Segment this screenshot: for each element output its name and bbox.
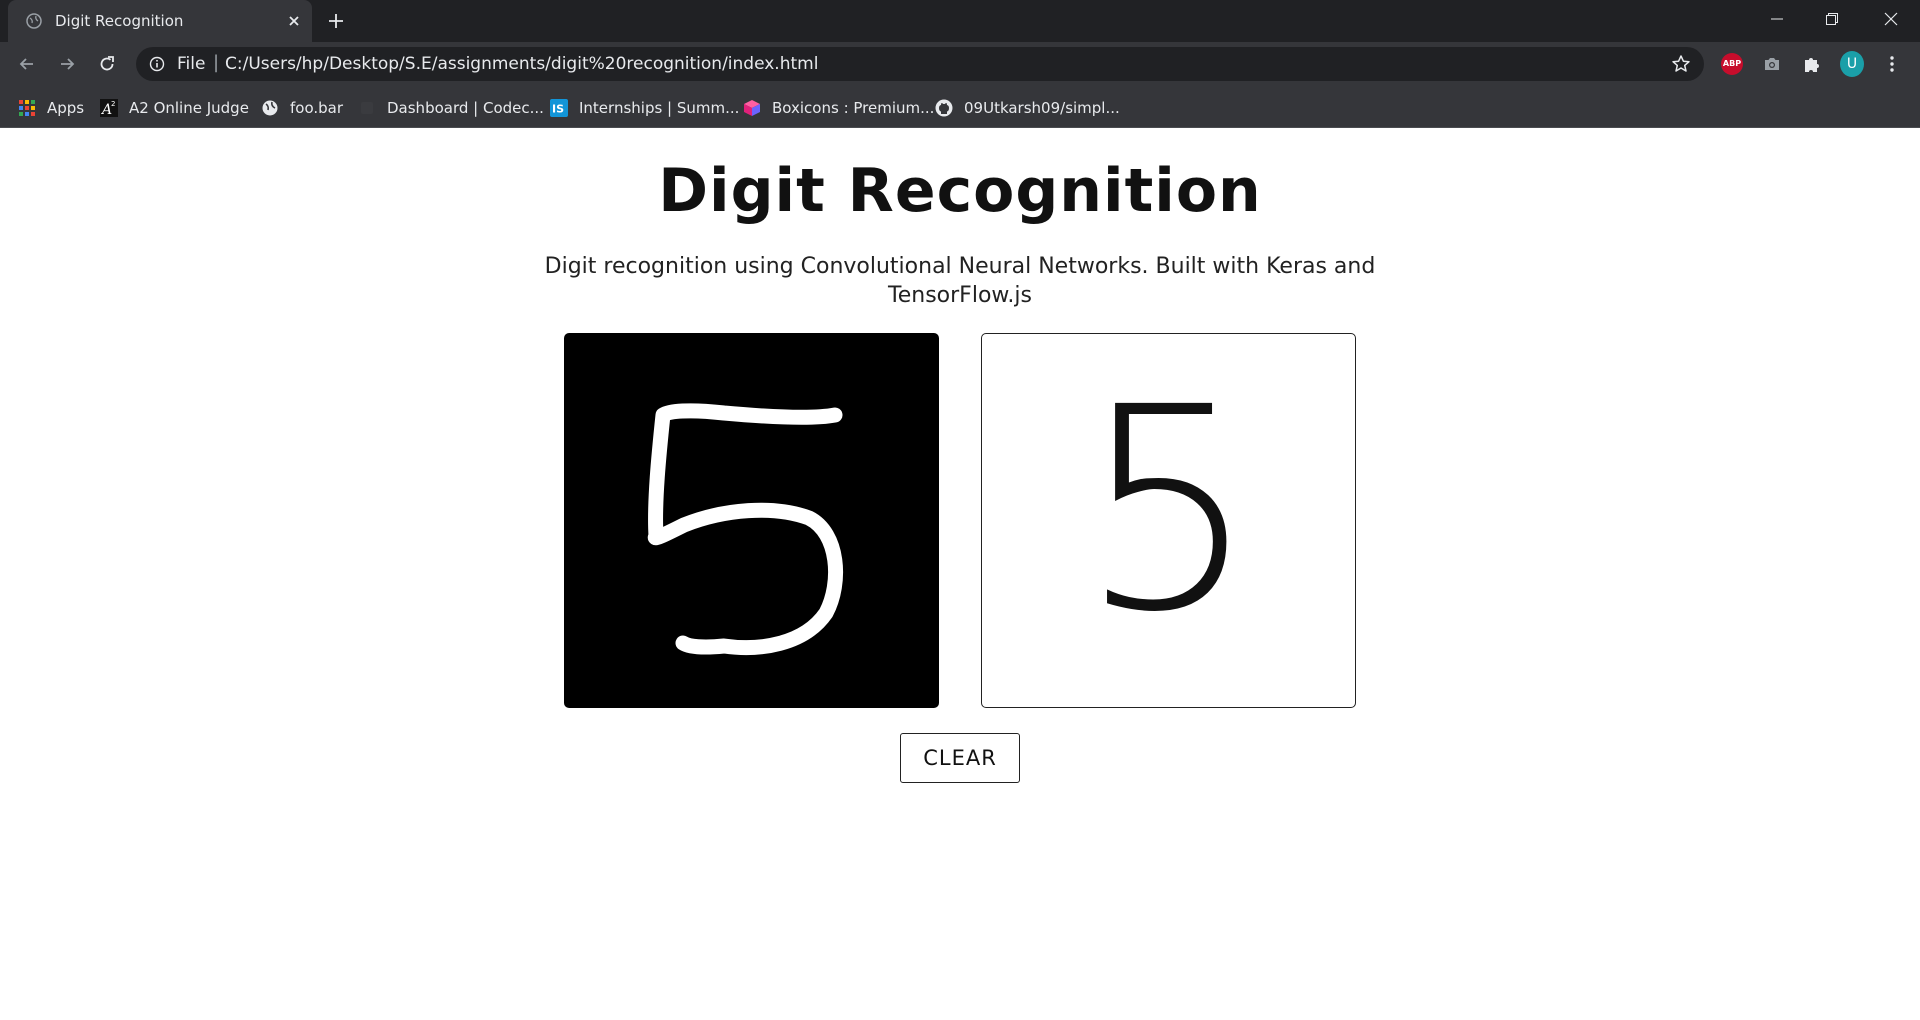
bookmarks-bar: Apps A2 A2 Online Judge foo.bar Dashboar…	[0, 87, 1920, 128]
handwritten-stroke	[647, 403, 844, 656]
a2-icon: A2	[100, 98, 118, 117]
extensions-button[interactable]	[1800, 52, 1824, 76]
predicted-digit: 5	[1079, 347, 1258, 674]
new-tab-icon[interactable]	[326, 11, 346, 31]
camera-icon	[1765, 58, 1779, 70]
back-button[interactable]	[15, 52, 39, 76]
reload-button[interactable]	[95, 52, 119, 76]
bookmark-dashboard-codechef[interactable]: Dashboard | Codec...	[358, 87, 544, 128]
apps-grid-icon	[18, 99, 36, 117]
svg-text:IS: IS	[552, 102, 564, 115]
adblock-icon: ABP	[1721, 53, 1743, 75]
browser-menu-button[interactable]	[1880, 52, 1904, 76]
bookmark-foo-bar[interactable]: foo.bar	[261, 87, 343, 128]
url-separator: |	[213, 52, 220, 73]
svg-text:2: 2	[111, 100, 115, 108]
browser-tab[interactable]: Digit Recognition	[8, 0, 312, 42]
close-icon	[1884, 12, 1898, 26]
bookmark-internshala[interactable]: IS Internships | Summ...	[550, 87, 739, 128]
page-subtitle: Digit recognition using Convolutional Ne…	[544, 254, 1376, 308]
screenshot-extension-button[interactable]	[1760, 52, 1784, 76]
bookmark-a2-online-judge[interactable]: A2 A2 Online Judge	[100, 87, 249, 128]
address-bar[interactable]: File | C:/Users/hp/Desktop/S.E/assignmen…	[136, 47, 1704, 81]
bookmark-github-repo[interactable]: 09Utkarsh09/simpl...	[935, 87, 1120, 128]
minimize-icon	[1771, 18, 1783, 20]
restore-button[interactable]	[1805, 0, 1859, 38]
profile-button[interactable]: U	[1840, 51, 1864, 77]
puzzle-icon	[1805, 58, 1819, 72]
bookmark-label: Dashboard | Codec...	[387, 98, 544, 117]
bookmark-label: Internships | Summ...	[579, 98, 740, 117]
page-title: Digit Recognition	[658, 156, 1262, 226]
arrow-left-icon	[19, 58, 33, 70]
github-icon	[935, 99, 953, 117]
globe-icon	[26, 13, 42, 29]
bookmark-label: foo.bar	[290, 98, 344, 117]
bookmark-label: 09Utkarsh09/simpl...	[964, 98, 1120, 117]
avatar: U	[1840, 51, 1864, 77]
close-window-button[interactable]	[1864, 0, 1918, 38]
reload-icon	[100, 56, 114, 71]
drawing-canvas[interactable]	[564, 333, 939, 708]
tab-strip: Digit Recognition	[0, 0, 1920, 42]
bookmark-label: Apps	[47, 98, 85, 117]
forward-button[interactable]	[55, 52, 79, 76]
codechef-icon	[358, 99, 376, 117]
restore-icon	[1826, 13, 1838, 25]
bookmark-label: A2 Online Judge	[129, 98, 249, 117]
prediction-box: 5	[981, 333, 1356, 708]
url-scheme: File	[177, 54, 206, 74]
info-icon[interactable]	[149, 56, 165, 72]
bookmark-boxicons[interactable]: Boxicons : Premium...	[743, 87, 934, 128]
close-icon[interactable]	[285, 12, 303, 30]
globe-icon	[261, 99, 279, 117]
minimize-button[interactable]	[1750, 0, 1804, 38]
star-icon[interactable]	[1671, 54, 1691, 74]
boxicons-icon	[743, 99, 761, 117]
page-viewport: Digit Recognition Digit recognition usin…	[0, 129, 1920, 1020]
browser-toolbar: File | C:/Users/hp/Desktop/S.E/assignmen…	[0, 42, 1920, 87]
internshala-icon: IS	[550, 98, 568, 117]
bookmark-label: Boxicons : Premium...	[772, 98, 935, 117]
more-vertical-icon	[1890, 56, 1894, 72]
clear-button[interactable]: CLEAR	[900, 733, 1020, 783]
arrow-right-icon	[61, 58, 75, 70]
bookmark-apps[interactable]: Apps	[18, 87, 84, 128]
adblock-extension-button[interactable]: ABP	[1720, 52, 1744, 76]
url-text[interactable]: C:/Users/hp/Desktop/S.E/assignments/digi…	[225, 54, 818, 74]
tab-title: Digit Recognition	[55, 12, 184, 30]
